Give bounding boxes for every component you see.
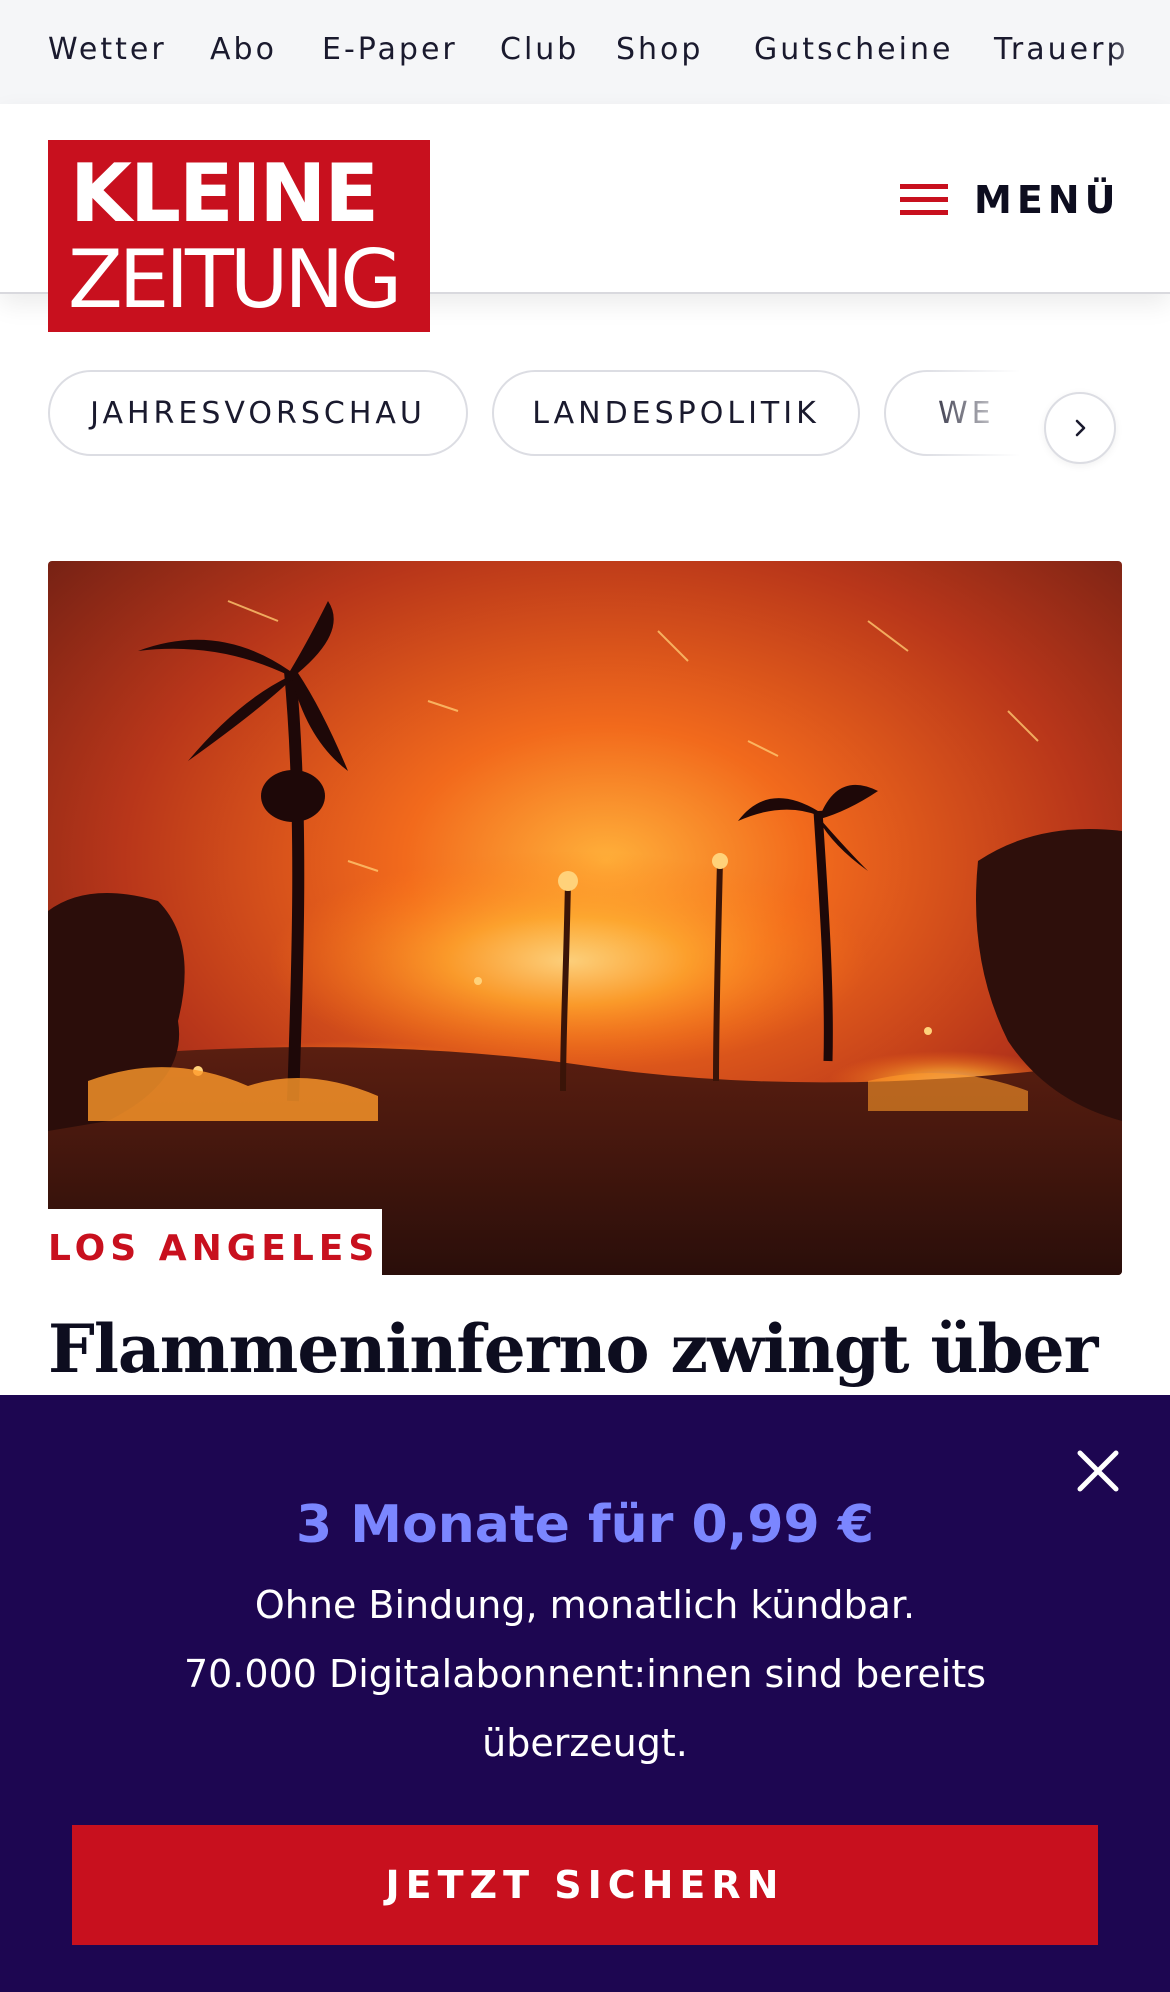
- menu-button[interactable]: MENÜ: [900, 172, 1120, 228]
- menu-label: MENÜ: [974, 178, 1121, 222]
- pills-next-button[interactable]: [1044, 392, 1116, 464]
- subscribe-cta-button[interactable]: JETZT SICHERN: [72, 1825, 1098, 1945]
- topic-pill-jahresvorschau[interactable]: JAHRESVORSCHAU: [48, 370, 468, 456]
- article-hero-image[interactable]: [48, 561, 1122, 1275]
- site-logo[interactable]: KLEINE ZEITUNG: [48, 140, 430, 332]
- nav-link-trauerportal[interactable]: Trauerp: [994, 32, 1128, 67]
- promo-line-2: 70.000 Digitalabonnent:innen sind bereit…: [183, 1652, 987, 1765]
- nav-link-gutscheine[interactable]: Gutscheine: [754, 32, 953, 67]
- service-nav: Wetter Abo E-Paper Club Shop Gutscheine …: [0, 0, 1170, 104]
- topic-pill-landespolitik[interactable]: LANDESPOLITIK: [492, 370, 860, 456]
- nav-link-abo[interactable]: Abo: [210, 32, 277, 67]
- nav-link-wetter[interactable]: Wetter: [48, 32, 167, 67]
- subscription-promo: 3 Monate für 0,99 € Ohne Bindung, monatl…: [0, 1395, 1170, 1992]
- chevron-right-icon: [1075, 419, 1086, 437]
- promo-description: Ohne Bindung, monatlich kündbar. 70.000 …: [140, 1571, 1030, 1778]
- topic-pills: JAHRESVORSCHAU LANDESPOLITIK WE: [0, 366, 1170, 470]
- article-headline[interactable]: Flammeninferno zwingt über: [48, 1310, 1098, 1388]
- logo-word-zeitung: ZEITUNG: [68, 233, 402, 326]
- hamburger-icon: [900, 182, 948, 218]
- promo-line-1: Ohne Bindung, monatlich kündbar.: [254, 1583, 916, 1627]
- nav-link-epaper[interactable]: E-Paper: [322, 32, 458, 67]
- promo-title: 3 Monate für 0,99 €: [295, 1495, 875, 1555]
- close-button[interactable]: [1072, 1445, 1124, 1497]
- logo-word-kleine: KLEINE: [70, 147, 379, 240]
- nav-link-shop[interactable]: Shop: [616, 32, 703, 67]
- nav-fade: [1110, 0, 1170, 104]
- close-icon: [1077, 1450, 1119, 1492]
- article-kicker: LOS ANGELES: [48, 1228, 380, 1269]
- nav-link-club[interactable]: Club: [500, 32, 579, 67]
